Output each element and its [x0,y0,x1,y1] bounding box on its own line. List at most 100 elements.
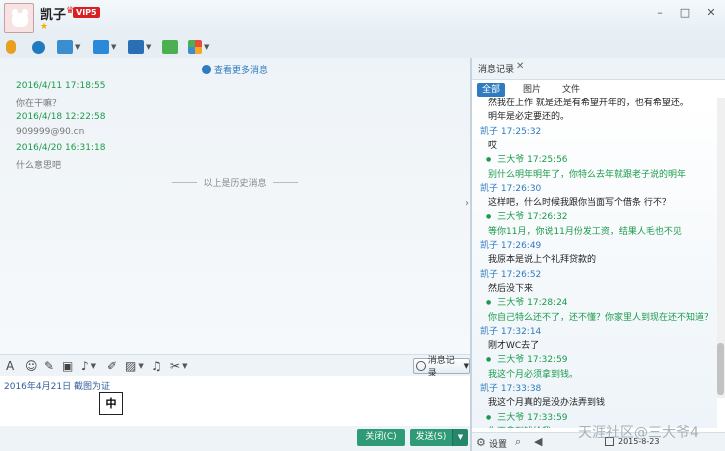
maximize-button[interactable]: □ [676,6,694,20]
scissors-icon: ✂ [170,359,181,373]
close-button[interactable]: 关闭(C) [357,429,405,446]
history-sender-time: 三大爷 17:32:59 [486,352,717,365]
chevron-down-icon: ▼ [457,433,464,441]
tab-message-history[interactable]: 消息记录 [478,62,514,75]
close-window-button[interactable]: ✕ [702,6,720,20]
avatar-face [12,13,28,27]
message-time: 2016/4/18 12:22:58 [16,112,106,122]
apps-grid-icon [188,40,202,54]
clock-icon [201,65,211,74]
screen-icon [128,40,144,54]
minimize-button[interactable]: – [651,6,669,20]
chevron-down-icon: ▼ [204,43,210,51]
clock-icon [416,361,426,371]
message-text: 909999@90.cn [16,127,85,137]
close-icon[interactable]: ✕ [516,61,524,72]
chat-messages[interactable]: 查看更多消息 2016/4/11 17:18:55 你在干嘛？ 2016/4/1… [0,58,470,354]
image-icon: ▨ [125,359,137,373]
star-icon: ★ [40,22,49,32]
chevron-down-icon: ▼ [75,43,81,51]
message-time: 2016/4/11 17:18:55 [16,81,106,91]
speaker-icon[interactable]: ◀ [534,435,542,448]
film-icon: ▣ [62,359,74,373]
history-message-text: 明年是必定要还的。 [488,112,570,123]
remote-desktop-button[interactable]: ▼ [57,38,80,56]
filter-all[interactable]: 全部 [477,83,506,97]
music-note-icon: ♫ [151,359,162,373]
message-text: 你在干嘛？ [16,99,62,109]
pencil-icon: ✐ [107,359,118,373]
filter-images[interactable]: 图片 [523,83,541,97]
history-message-text: 然后没下来 [488,283,534,294]
monitor-chart-icon [57,40,73,54]
voice-call-button[interactable] [6,38,16,56]
screenshot-button[interactable]: ✂ ▼ [170,359,187,373]
message-time: 2016/4/20 16:31:18 [16,143,106,153]
history-message-text: 我这个月真的是没办法弄到钱 [488,398,606,409]
gear-icon[interactable]: ⚙ [476,436,486,449]
music-button[interactable]: ♫ [151,359,162,373]
history-separator: 以上是历史消息 [0,176,470,189]
voice-message-button[interactable]: ♪ ▼ [81,359,96,373]
history-sender-time: 凯子 17:26:52 [480,269,542,280]
chevron-down-icon: ▼ [90,362,97,370]
emoji-button[interactable]: ☺ [25,359,38,373]
history-sender-time: 三大爷 17:28:24 [486,295,717,308]
search-icon[interactable]: ⌕ [515,435,521,449]
watermark: 天涯社区@三大爷4 [578,425,699,441]
history-scrollbar-thumb[interactable] [717,343,724,395]
magic-expression-button[interactable]: ✎ [44,359,54,373]
history-sender-time: 三大爷 17:26:32 [486,209,717,222]
avatar[interactable] [4,3,34,33]
history-sender-time: 凯子 17:26:49 [480,241,542,251]
history-sender-time: 凯子 17:26:30 [480,183,542,194]
collapse-panel-icon[interactable]: › [465,198,469,209]
doodle-button[interactable]: ✐ [107,359,117,373]
send-file-button[interactable]: ▼ [93,38,116,56]
history-message-text: 我原本是说上个礼拜贷款的 [488,255,597,266]
history-message-text: 然我在上作 就是还是有希望开年的，也有希望还。 [488,98,689,108]
send-options-button[interactable]: ▼ [452,429,468,446]
history-message-text: 别什么明年明年了，你特么去年就跟老子说的明年 [488,169,687,180]
chevron-down-icon: ▼ [463,362,469,370]
contact-name[interactable]: 凯子 [40,4,66,23]
history-sender-time: 三大爷 17:33:59 [486,410,717,423]
chat-toolbar: ▼ ▼ ▼ ▼ [0,36,725,58]
history-list[interactable]: 然我在上作 就是还是有希望开年的，也有希望还。 明年是必定要还的。凯子 17:25… [472,98,717,428]
history-panel: 消息记录 ✕ 全部 图片 文件 然我在上作 就是还是有希望开年的，也有希望还。明… [472,58,725,451]
message-history-button[interactable]: 消息记录 ▼ [413,356,470,379]
font-button[interactable]: A [6,359,14,373]
history-message-text: 这样吧，什么时候我跟你当面写个借条 行不？ [488,198,671,209]
settings-label[interactable]: 设置 [489,437,507,450]
chevron-down-icon: ▼ [111,43,117,51]
folder-arrow-icon [93,40,109,54]
filter-files[interactable]: 文件 [562,83,580,97]
send-button[interactable]: 发送(S) [410,429,452,446]
ime-indicator[interactable]: 中 [99,392,123,415]
chevron-down-icon: ▼ [138,362,144,370]
history-sender-time: 凯子 17:25:32 [480,126,542,137]
screen-share-button[interactable]: ▼ [128,38,151,56]
history-filters: 全部 图片 文件 [472,80,725,98]
webcam-icon [32,40,45,54]
send-image-button[interactable]: ▨ ▼ [125,359,144,373]
history-message-text: 你自己特么还不了，还不懂？你家里人到现在还不知道？ [488,312,714,323]
input-toolbar: A ☺ ✎ ▣ ♪ ▼ ✐ ▨ ▼ ♫ ✂ ▼ 消息记录 ▼ [0,354,470,379]
create-discussion-button[interactable] [162,38,178,56]
title-bar: 凯子 ♛ VIP5 ★ – □ ✕ [0,0,725,36]
history-tab-bar: 消息记录 ✕ [472,58,725,80]
video-message-button[interactable]: ▣ [62,359,73,373]
input-text: 2016年4月21日 截图为证 [4,382,110,392]
microphone-icon: ♪ [81,359,89,373]
history-sender-time: 凯子 17:32:14 [480,326,542,337]
history-message-text: 哎 [488,140,498,151]
microphone-icon [6,40,16,54]
view-more-messages-label: 查看更多消息 [213,66,268,76]
font-icon: A [6,359,15,373]
history-message-text: 等你11月，你说11月份发工资，结果人毛也不见 [488,226,682,237]
apps-button[interactable]: ▼ [188,38,209,56]
view-more-messages-link[interactable]: 查看更多消息 [0,63,470,76]
message-input[interactable]: 2016年4月21日 截图为证 [0,376,470,426]
vip-badge[interactable]: VIP5 [73,7,100,18]
video-call-button[interactable] [32,38,45,56]
